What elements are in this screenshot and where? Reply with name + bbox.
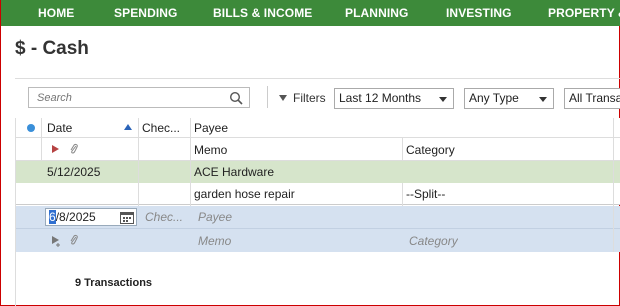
date-range-value: Last 12 Months xyxy=(339,91,422,105)
search-icon[interactable] xyxy=(229,91,243,105)
column-divider xyxy=(402,183,403,206)
nav-investing[interactable]: INVESTING xyxy=(446,6,512,20)
flag-icon[interactable] xyxy=(51,144,60,154)
nav-planning[interactable]: PLANNING xyxy=(345,6,408,20)
column-divider xyxy=(41,118,42,161)
search-input[interactable] xyxy=(29,88,219,107)
transaction-payee: ACE Hardware xyxy=(194,165,275,179)
top-navigation: HOME SPENDING BILLS & INCOME PLANNING IN… xyxy=(1,0,620,26)
filters-toggle[interactable]: Filters xyxy=(279,91,326,105)
column-divider xyxy=(402,138,403,161)
table-row-transaction-payee[interactable]: 5/12/2025 ACE Hardware xyxy=(15,161,620,183)
memo-column-header[interactable]: Memo xyxy=(194,143,227,157)
transaction-filter-value: All Transac xyxy=(569,91,620,105)
calendar-icon[interactable] xyxy=(120,211,134,224)
date-column-header[interactable]: Date xyxy=(47,121,72,135)
page-title: $ - Cash xyxy=(15,38,89,59)
transaction-category: --Split-- xyxy=(406,187,446,201)
payee-column-header[interactable]: Payee xyxy=(194,121,228,135)
type-value: Any Type xyxy=(469,91,519,105)
transaction-date: 5/12/2025 xyxy=(47,165,101,179)
paperclip-icon[interactable] xyxy=(69,143,79,155)
header-row-1: Date Chec... Payee xyxy=(15,118,620,138)
payee-input[interactable]: Payee xyxy=(198,210,232,224)
chevron-down-icon xyxy=(439,97,447,102)
category-input[interactable]: Category xyxy=(409,234,458,248)
transaction-count: 9 Transactions xyxy=(75,277,153,289)
date-range-dropdown[interactable]: Last 12 Months xyxy=(334,88,454,109)
chevron-down-icon xyxy=(539,97,547,102)
paperclip-icon[interactable] xyxy=(69,234,79,246)
nav-spending[interactable]: SPENDING xyxy=(114,6,177,20)
memo-input[interactable]: Memo xyxy=(198,234,231,248)
nav-bills-income[interactable]: BILLS & INCOME xyxy=(213,6,312,20)
category-column-header[interactable]: Category xyxy=(406,143,455,157)
table-row-transaction-memo[interactable]: garden hose repair --Split-- xyxy=(15,183,620,205)
table-row-new-entry[interactable]: 6/8/2025 Chec... Payee xyxy=(15,206,620,228)
header-row-2: Memo Category xyxy=(15,138,620,161)
type-dropdown[interactable]: Any Type xyxy=(464,88,554,109)
nav-home[interactable]: HOME xyxy=(38,6,74,20)
filters-label: Filters xyxy=(293,91,326,105)
flag-add-icon[interactable] xyxy=(51,235,61,247)
column-divider xyxy=(190,118,191,206)
triangle-down-icon xyxy=(279,95,287,101)
sort-ascending-icon[interactable] xyxy=(124,124,132,130)
toolbar-separator xyxy=(267,86,268,108)
check-number-input[interactable]: Chec... xyxy=(145,210,183,224)
check-column-header[interactable]: Chec... xyxy=(142,121,180,135)
date-input-highlight: 6 xyxy=(49,210,56,224)
transaction-memo: garden hose repair xyxy=(194,187,295,201)
table-row-new-entry-memo[interactable]: Memo Category xyxy=(15,228,620,252)
select-all-dot-icon[interactable] xyxy=(27,124,35,132)
search-box[interactable] xyxy=(28,87,250,108)
nav-property[interactable]: PROPERTY & D xyxy=(548,6,620,20)
grid-left-border xyxy=(15,118,16,306)
column-divider xyxy=(138,118,139,206)
transaction-filter-dropdown[interactable]: All Transac xyxy=(564,88,620,109)
toolbar-divider xyxy=(15,78,620,79)
column-divider xyxy=(613,118,614,252)
date-input-rest: /8/2025 xyxy=(55,210,96,224)
